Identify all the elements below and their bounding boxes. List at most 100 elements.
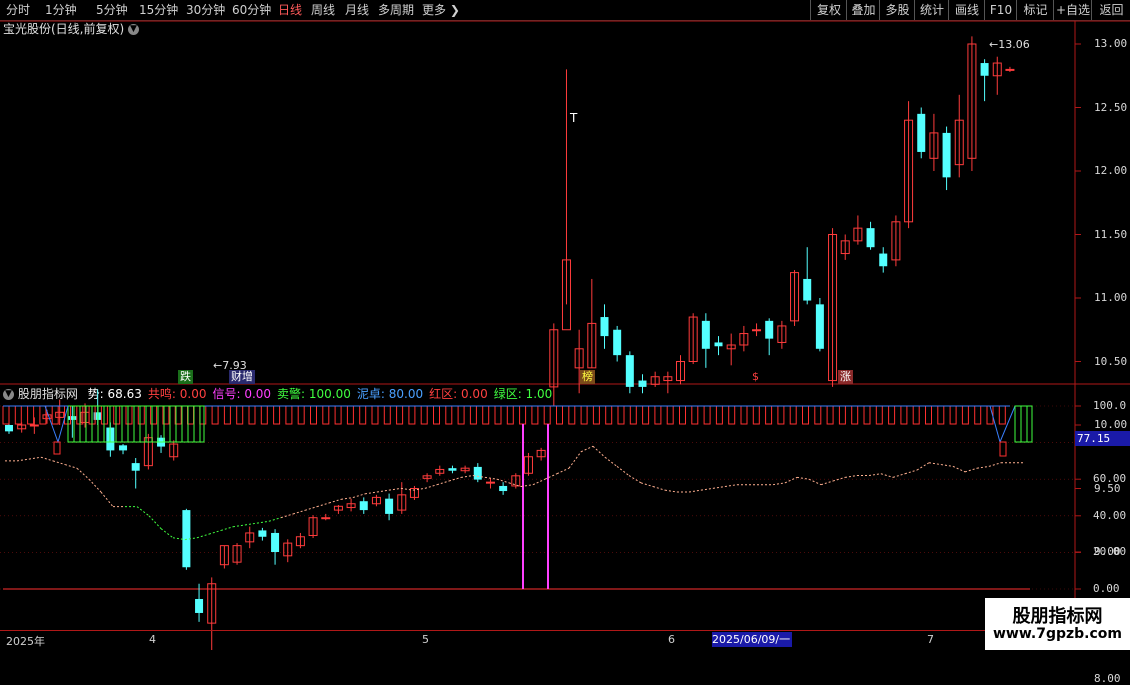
indicator-trend-segment: [148, 515, 162, 529]
candle-body-down: [271, 532, 280, 552]
candle-body-down: [879, 253, 888, 267]
candle-body-down: [714, 342, 723, 347]
indicator-trend-segment: [556, 467, 570, 475]
indicator-trend-segment: [352, 493, 366, 498]
price-tick-label: 11.00: [1094, 291, 1128, 304]
cursor-date-box: 2025/06/09/一: [712, 632, 792, 647]
candle-body-down: [359, 501, 368, 511]
indicator-trend-segment: [16, 458, 30, 462]
indicator-tick-label: 0.00: [1093, 582, 1120, 595]
indicator-trend-segment: [328, 498, 342, 504]
date-label-apr: 4: [149, 633, 156, 646]
indicator-trend-segment: [424, 484, 438, 489]
candle-body-down: [600, 317, 609, 337]
high-price-value: 13.06: [998, 38, 1030, 51]
price-tick-label: 10.50: [1094, 354, 1128, 368]
indicator-trend-segment: [244, 522, 258, 526]
indicator-trend-segment: [304, 506, 318, 511]
indicator-trend-segment: [316, 502, 330, 508]
indicator-tick-label: 40.00: [1093, 508, 1127, 522]
price-tick-label: 12.00: [1094, 164, 1128, 177]
indicator-tick-label: 60.00: [1093, 472, 1127, 486]
t-marker: T: [570, 111, 578, 125]
watermark-title: 股朋指标网: [1012, 606, 1103, 627]
watermark-url: www.7gpzb.com: [992, 626, 1122, 642]
indicator-trend-segment: [364, 491, 378, 495]
indicator-trend-segment: [664, 489, 678, 493]
indicator-trend-segment: [580, 445, 594, 453]
current-value: 77.15: [1077, 432, 1111, 445]
indicator-trend-segment: [640, 482, 654, 487]
indicator-trend-segment: [964, 467, 978, 473]
candle-body-down: [613, 329, 622, 356]
indicator-trend-segment: [952, 465, 966, 473]
candle-body-down: [119, 445, 128, 451]
high-price-label: ←13.06: [989, 38, 1030, 51]
indicator-trend-segment: [796, 476, 810, 480]
indicator-trend-segment: [772, 482, 786, 486]
indicator-trend-segment: [868, 473, 882, 477]
indicator-trend-segment: [916, 462, 930, 471]
candle-body-down: [980, 63, 989, 76]
indicator-trend-segment: [160, 528, 174, 539]
indicator-square-wave: [2, 405, 1006, 425]
signal-label-dollar: $: [752, 370, 759, 383]
indicator-trend-segment: [460, 475, 474, 478]
candle-body-up: [321, 517, 331, 520]
candle-body-down: [942, 132, 951, 178]
date-label-jun: 6: [668, 633, 675, 646]
indicator-trend-segment: [784, 476, 798, 484]
candle-body-down: [473, 466, 482, 480]
candle-body-up: [29, 424, 39, 427]
indicator-trend-segment: [388, 487, 402, 491]
indicator-trend-segment: [220, 526, 234, 531]
indicator-trend-segment: [136, 506, 150, 517]
indicator-trend-segment: [196, 533, 210, 539]
indicator-trend-segment: [820, 480, 834, 486]
indicator-trend-segment: [64, 464, 78, 469]
candle-body-down: [131, 463, 140, 471]
indicator-trend-segment: [712, 486, 726, 489]
indicator-trend-segment: [844, 475, 858, 478]
green-zone-2-frame: [1014, 405, 1033, 443]
candle-body-down: [803, 278, 812, 301]
signal-label-caizeng: 财增: [229, 370, 255, 384]
candle-body-down: [385, 498, 394, 514]
indicator-trend-segment: [976, 465, 990, 469]
indicator-trend-segment: [988, 462, 1002, 467]
price-tick-label: 12.50: [1094, 100, 1128, 114]
indicator-trend-segment: [376, 489, 390, 493]
indicator-trend-segment: [52, 460, 66, 466]
indicator-tick-label: 100.0: [1093, 399, 1127, 412]
candle-body-down: [815, 304, 824, 349]
price-tick-label: 8.00: [1094, 672, 1121, 685]
candle-body-down: [638, 380, 647, 387]
candle-body-up: [485, 481, 495, 484]
candle-body-down: [5, 425, 13, 432]
indicator-trend-segment: [256, 520, 270, 524]
candle-body-down: [258, 530, 267, 537]
indicator-trend-segment: [268, 517, 282, 522]
price-tick-label: 13.00: [1094, 37, 1128, 50]
indicator-trend-segment: [604, 456, 618, 467]
indicator-trend-segment: [892, 473, 906, 478]
indicator-trend-segment: [28, 456, 42, 460]
candle-body-up: [752, 329, 762, 332]
indicator-trend-segment: [568, 451, 582, 469]
watermark-logo: 股朋指标网 www.7gpzb.com: [985, 598, 1130, 650]
indicator-trend-segment: [40, 456, 54, 462]
indicator-trend-segment: [592, 445, 606, 458]
indicator-trend-segment: [532, 478, 546, 486]
kline-chart[interactable]: [0, 0, 1130, 650]
indicator-trend-segment: [724, 484, 738, 488]
candle-body-down: [195, 598, 204, 613]
candle-body-up: [1005, 68, 1015, 71]
indicator-trend-segment: [832, 476, 846, 482]
indicator-trend-segment: [928, 462, 942, 466]
indicator-trend-segment: [688, 489, 702, 493]
price-tick-label: 11.50: [1094, 227, 1128, 241]
indicator-trend-segment: [232, 524, 246, 528]
indicator-trend-segment: [940, 464, 954, 467]
current-value-box: 77.15: [1075, 431, 1130, 446]
indicator-trend-segment: [652, 486, 666, 491]
